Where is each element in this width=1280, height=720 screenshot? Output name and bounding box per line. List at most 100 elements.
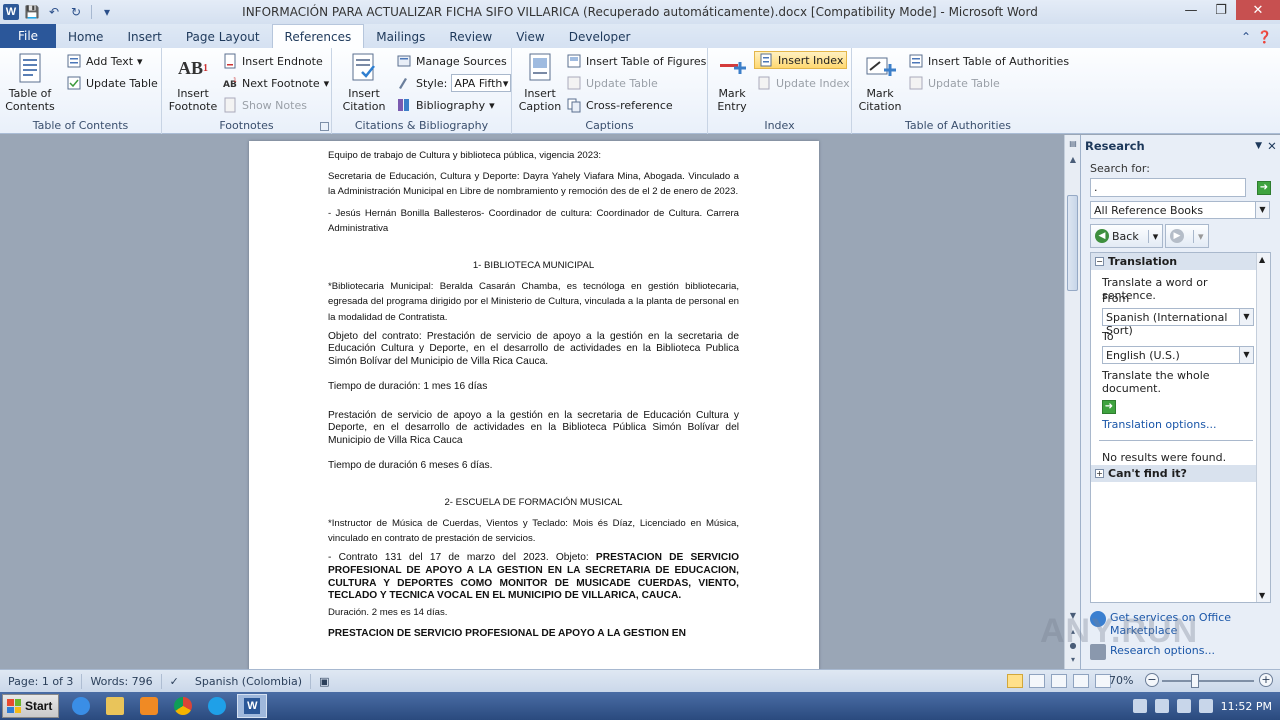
dialog-launcher-icon[interactable]: [320, 122, 329, 131]
translation-options-link[interactable]: Translation options...: [1102, 418, 1257, 431]
manage-sources-button[interactable]: Manage Sources: [396, 52, 507, 70]
start-button[interactable]: Start: [2, 694, 60, 718]
flag-icon[interactable]: [1176, 699, 1191, 713]
redo-icon[interactable]: ↻: [67, 3, 85, 21]
save-icon[interactable]: 💾: [23, 3, 41, 21]
add-text-button[interactable]: Add Text ▾: [66, 52, 143, 70]
tab-review[interactable]: Review: [437, 26, 504, 48]
update-table-figures-button[interactable]: Update Table: [566, 74, 658, 92]
translation-section-header[interactable]: − Translation: [1091, 253, 1270, 270]
mark-entry-button[interactable]: Mark Entry: [714, 52, 750, 113]
show-notes-button[interactable]: Show Notes: [222, 96, 307, 114]
chevron-down-icon[interactable]: ▾: [1147, 229, 1158, 243]
cross-reference-button[interactable]: Cross-reference: [566, 96, 673, 114]
pane-options-icon[interactable]: ▼: [1255, 141, 1262, 151]
tab-mailings[interactable]: Mailings: [364, 26, 437, 48]
browse-object-icon[interactable]: ●: [1065, 641, 1081, 655]
mark-citation-button[interactable]: Mark Citation: [858, 52, 902, 113]
scroll-down-icon[interactable]: ▼: [1065, 611, 1081, 625]
edge-icon[interactable]: [205, 694, 229, 718]
insert-endnote-button[interactable]: Insert Endnote: [222, 52, 323, 70]
research-scrollbar[interactable]: ▲ ▼: [1256, 253, 1270, 602]
word-taskbar-button[interactable]: W: [237, 694, 268, 718]
translate-document-icon[interactable]: ➜: [1102, 400, 1116, 414]
reference-source-select[interactable]: All Reference Books ▼: [1090, 201, 1270, 219]
page-count[interactable]: Page: 1 of 3: [0, 673, 83, 689]
to-language-select[interactable]: English (U.S.) ▼: [1102, 346, 1254, 364]
file-explorer-icon[interactable]: [103, 694, 127, 718]
network-icon[interactable]: [1154, 699, 1169, 713]
zoom-out-icon[interactable]: −: [1145, 673, 1159, 687]
chrome-icon[interactable]: [171, 694, 195, 718]
outline-icon[interactable]: [1073, 674, 1089, 688]
forward-button[interactable]: ▶ ▾: [1165, 224, 1209, 248]
back-button[interactable]: ◀ Back ▾: [1090, 224, 1164, 248]
clock[interactable]: 11:52 PM: [1221, 700, 1272, 713]
page-content[interactable]: Equipo de trabajo de Cultura y bibliotec…: [328, 148, 739, 647]
chevron-down-icon[interactable]: ▾: [1193, 229, 1204, 243]
document-page[interactable]: Equipo de trabajo de Cultura y bibliotec…: [249, 141, 819, 669]
next-footnote-button[interactable]: AB 1 Next Footnote ▾: [222, 74, 329, 92]
media-player-icon[interactable]: [137, 694, 161, 718]
endnote-icon: [224, 53, 236, 69]
close-pane-icon[interactable]: ✕: [1264, 139, 1280, 153]
update-table-button[interactable]: Update Table: [66, 74, 158, 92]
scroll-down-icon[interactable]: ▼: [1259, 591, 1265, 600]
word-count[interactable]: Words: 796: [82, 673, 162, 689]
full-screen-reading-icon[interactable]: [1029, 674, 1045, 688]
volume-icon[interactable]: [1132, 699, 1147, 713]
tab-view[interactable]: View: [504, 26, 556, 48]
document-area[interactable]: Equipo de trabajo de Cultura y bibliotec…: [0, 135, 1064, 669]
citation-style-select[interactable]: APA Fifth ▾: [451, 74, 512, 92]
shield-icon[interactable]: [1198, 699, 1213, 713]
insert-footnote-button[interactable]: AB 1 Insert Footnote: [169, 52, 218, 114]
scroll-up-icon[interactable]: ▲: [1065, 155, 1081, 169]
document-vertical-scrollbar[interactable]: ▤ ▲ ▼ ▴ ● ▾: [1064, 135, 1080, 669]
ruler-toggle-icon[interactable]: ▤: [1065, 139, 1081, 153]
table-of-contents-button[interactable]: Table of Contents: [4, 52, 56, 113]
scroll-up-icon[interactable]: ▲: [1259, 255, 1265, 264]
customize-qat-icon[interactable]: ▾: [98, 3, 116, 21]
insert-caption-button[interactable]: Insert Caption: [518, 52, 562, 113]
language-indicator[interactable]: Spanish (Colombia): [187, 673, 312, 689]
bibliography-button[interactable]: Bibliography ▾: [396, 96, 495, 114]
help-icon[interactable]: ❓: [1257, 30, 1272, 44]
proofing-icon[interactable]: ✓: [162, 674, 187, 689]
insert-index-button[interactable]: Insert Index: [754, 51, 848, 69]
print-layout-icon[interactable]: [1007, 674, 1023, 688]
undo-icon[interactable]: ↶: [45, 3, 63, 21]
internet-explorer-icon[interactable]: [69, 694, 93, 718]
zoom-slider-handle[interactable]: [1191, 674, 1199, 688]
from-language-select[interactable]: Spanish (International Sort) ▼: [1102, 308, 1254, 337]
tab-page-layout[interactable]: Page Layout: [174, 26, 272, 48]
cant-find-section-header[interactable]: + Can't find it?: [1091, 465, 1256, 482]
minimize-ribbon-icon[interactable]: ⌃: [1241, 30, 1251, 44]
start-searching-icon[interactable]: ➜: [1257, 181, 1271, 195]
tab-developer[interactable]: Developer: [557, 26, 643, 48]
restore-icon[interactable]: ❐: [1206, 0, 1236, 20]
research-options-link[interactable]: Research options...: [1090, 644, 1215, 660]
scrollbar-thumb[interactable]: [1067, 195, 1078, 291]
web-layout-icon[interactable]: [1051, 674, 1067, 688]
insert-table-of-figures-button[interactable]: Insert Table of Figures: [566, 52, 706, 70]
tab-insert[interactable]: Insert: [115, 26, 173, 48]
zoom-slider[interactable]: [1162, 680, 1254, 682]
tab-home[interactable]: Home: [56, 26, 115, 48]
tab-file[interactable]: File: [0, 24, 56, 48]
update-table-authorities-button[interactable]: Update Table: [908, 74, 1000, 92]
minimize-icon[interactable]: —: [1176, 0, 1206, 20]
previous-page-icon[interactable]: ▴: [1065, 627, 1081, 641]
update-index-icon: [758, 76, 770, 90]
zoom-level[interactable]: 70%: [1109, 674, 1133, 687]
word-app-icon[interactable]: W: [3, 4, 19, 20]
update-index-button[interactable]: Update Index: [756, 74, 850, 92]
insert-table-of-authorities-button[interactable]: Insert Table of Authorities: [908, 52, 1069, 70]
tab-references[interactable]: References: [271, 24, 365, 48]
close-icon[interactable]: ✕: [1236, 0, 1280, 20]
office-marketplace-link[interactable]: Get services on Office Marketplace: [1090, 611, 1250, 637]
insert-citation-button[interactable]: Insert Citation: [338, 52, 390, 113]
search-input[interactable]: .: [1090, 178, 1246, 197]
zoom-in-icon[interactable]: +: [1259, 673, 1273, 687]
macro-record-icon[interactable]: ▣: [311, 674, 337, 689]
next-page-icon[interactable]: ▾: [1065, 655, 1081, 669]
